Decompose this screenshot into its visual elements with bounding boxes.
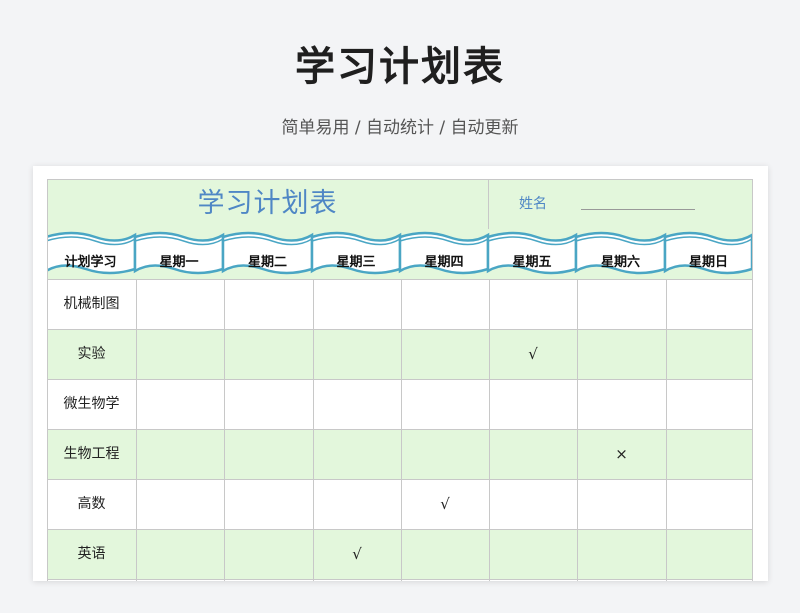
day-cell[interactable] xyxy=(224,379,313,429)
day-cell[interactable]: √ xyxy=(489,329,577,379)
day-header-label: 星期五 xyxy=(512,255,552,270)
grid-line xyxy=(666,279,667,581)
day-cell[interactable] xyxy=(313,329,401,379)
day-header-1: 星期一 xyxy=(133,229,225,279)
day-cell[interactable] xyxy=(136,429,224,479)
day-cell[interactable] xyxy=(136,379,224,429)
grid-line xyxy=(224,279,225,581)
day-cell[interactable] xyxy=(136,529,224,579)
day-cell[interactable] xyxy=(401,329,489,379)
day-header-label: 星期六 xyxy=(600,255,640,270)
day-header-5: 星期五 xyxy=(486,229,578,279)
day-cell[interactable] xyxy=(489,529,577,579)
subject-label: 生物工程 xyxy=(63,446,120,462)
day-cell[interactable] xyxy=(489,379,577,429)
day-header-label: 星期一 xyxy=(159,255,199,270)
day-cell[interactable] xyxy=(489,429,577,479)
grid-line xyxy=(47,279,753,280)
grid-line xyxy=(577,279,578,581)
grid-line xyxy=(752,179,753,581)
grid-line xyxy=(47,429,753,430)
day-cell[interactable]: × xyxy=(577,429,666,479)
page-title: 学习计划表 xyxy=(295,44,505,90)
table-row: 英语 √ xyxy=(47,529,753,579)
day-cell[interactable]: √ xyxy=(313,529,401,579)
subject-label: 高数 xyxy=(77,496,106,512)
grid-line xyxy=(313,279,314,581)
day-cell[interactable] xyxy=(313,379,401,429)
day-cell[interactable] xyxy=(224,479,313,529)
grid-line xyxy=(47,579,753,580)
day-header-2: 星期二 xyxy=(221,229,314,279)
sheet-title: 学习计划表 xyxy=(197,188,338,219)
day-cell[interactable] xyxy=(666,329,753,379)
grid-line xyxy=(488,179,489,229)
day-header-7: 星期日 xyxy=(663,229,753,279)
day-cell[interactable] xyxy=(666,529,753,579)
subject-label: 机械制图 xyxy=(63,296,120,312)
table-row: 微生物学 xyxy=(47,379,753,429)
day-cell[interactable] xyxy=(577,279,666,329)
day-cell[interactable] xyxy=(224,529,313,579)
day-cell[interactable] xyxy=(313,479,401,529)
grid-line xyxy=(47,529,753,530)
name-label: 姓名 xyxy=(519,196,547,212)
day-cell[interactable] xyxy=(313,429,401,479)
grid-line xyxy=(47,329,753,330)
grid-line xyxy=(47,179,753,180)
day-header-4: 星期四 xyxy=(398,229,490,279)
subject-label: 微生物学 xyxy=(63,396,120,412)
day-header-label: 星期日 xyxy=(688,255,728,270)
day-cell[interactable] xyxy=(666,479,753,529)
grid-line xyxy=(401,279,402,581)
day-cell[interactable] xyxy=(401,429,489,479)
day-header-label: 星期四 xyxy=(424,255,464,270)
day-cell[interactable] xyxy=(577,529,666,579)
day-cell[interactable] xyxy=(224,279,313,329)
table-row: 机械制图 xyxy=(47,279,753,329)
day-cell[interactable] xyxy=(666,379,753,429)
day-cell[interactable] xyxy=(666,279,753,329)
subject-label: 实验 xyxy=(77,346,106,362)
table-row: 实验 √ xyxy=(47,329,753,379)
day-cell[interactable] xyxy=(224,329,313,379)
day-cell[interactable] xyxy=(401,279,489,329)
day-cell[interactable] xyxy=(666,429,753,479)
day-cell[interactable] xyxy=(136,279,224,329)
table-row: 生物工程 × xyxy=(47,429,753,479)
day-header-3: 星期三 xyxy=(310,229,402,279)
day-header-label: 计划学习 xyxy=(64,255,117,270)
day-header-0: 计划学习 xyxy=(47,229,137,279)
day-header-label: 星期二 xyxy=(247,255,287,270)
page-subtitle: 简单易用 / 自动统计 / 自动更新 xyxy=(281,118,519,138)
subject-label: 英语 xyxy=(77,546,106,562)
name-input-line[interactable] xyxy=(581,209,695,210)
day-cell[interactable] xyxy=(401,529,489,579)
day-cell[interactable] xyxy=(224,429,313,479)
grid-line xyxy=(47,379,753,380)
day-cell[interactable] xyxy=(577,329,666,379)
study-plan-table: 学习计划表 姓名 计划学习 星期一 星期二 星期三 星期四 星期五 星期六 星期日 机械制图实… xyxy=(47,179,753,581)
sheet-card: 学习计划表 姓名 计划学习 星期一 星期二 星期三 星期四 星期五 星期六 星期日 机械制图实… xyxy=(33,166,768,581)
table-row: 高数 √ xyxy=(47,479,753,529)
day-cell[interactable] xyxy=(313,279,401,329)
day-cell[interactable] xyxy=(577,379,666,429)
grid-line xyxy=(47,479,753,480)
day-cell[interactable]: √ xyxy=(401,479,489,529)
day-header-6: 星期六 xyxy=(574,229,667,279)
day-cell[interactable] xyxy=(577,479,666,529)
day-cell[interactable] xyxy=(489,279,577,329)
grid-line xyxy=(136,279,137,581)
day-header-label: 星期三 xyxy=(336,255,376,270)
grid-line xyxy=(489,279,490,581)
grid-line xyxy=(47,179,48,581)
day-cell[interactable] xyxy=(489,479,577,529)
day-cell[interactable] xyxy=(401,379,489,429)
day-cell[interactable] xyxy=(136,329,224,379)
day-cell[interactable] xyxy=(136,479,224,529)
